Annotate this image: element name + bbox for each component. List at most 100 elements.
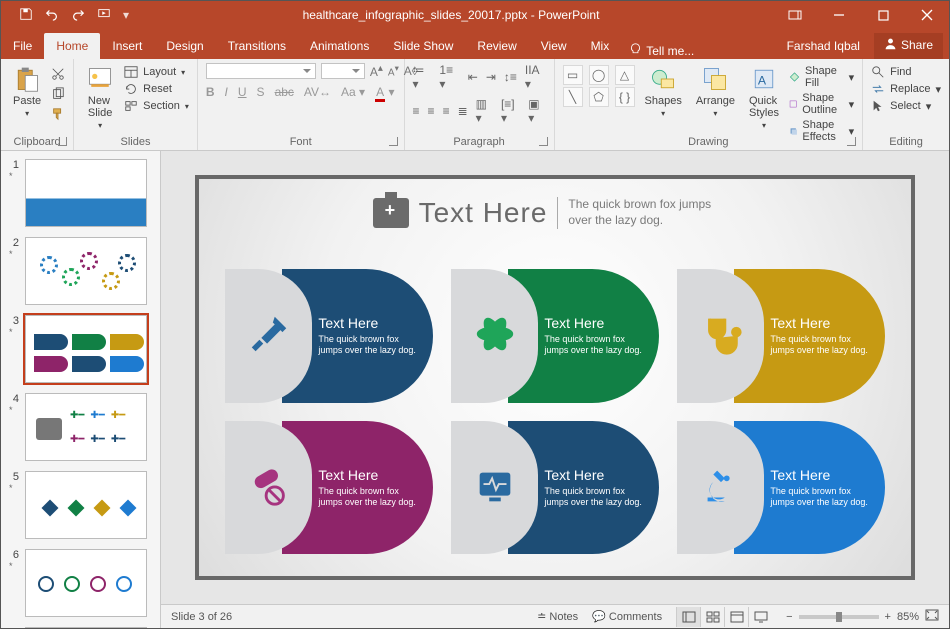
bullets-icon[interactable]: ≔ ▾ xyxy=(413,63,432,91)
tab-animations[interactable]: Animations xyxy=(298,33,381,59)
fit-to-window-icon[interactable] xyxy=(925,609,939,624)
increase-font-icon[interactable]: A▴ xyxy=(370,63,383,79)
indent-right-icon[interactable]: ⇥ xyxy=(486,70,496,84)
char-spacing-icon[interactable]: AV↔ xyxy=(304,85,331,99)
align-text-icon[interactable]: [≡] ▾ xyxy=(501,97,520,125)
microscope-icon xyxy=(698,463,744,512)
replace-button[interactable]: Replace ▾ xyxy=(871,82,941,96)
layout-button[interactable]: Layout ▾ xyxy=(124,65,189,79)
card-5[interactable]: Text HereThe quick brown fox jumps over … xyxy=(451,421,659,555)
align-right-icon[interactable]: ≡ xyxy=(443,104,450,118)
redo-icon[interactable] xyxy=(71,7,85,24)
slideshow-view-icon[interactable] xyxy=(748,607,772,627)
quick-styles-button[interactable]: AQuick Styles▾ xyxy=(745,63,783,132)
titlebar: ▾ healthcare_infographic_slides_20017.pp… xyxy=(1,1,949,29)
card-6[interactable]: Text HereThe quick brown fox jumps over … xyxy=(677,421,885,555)
justify-icon[interactable]: ≣ xyxy=(458,104,468,118)
smartart-icon[interactable]: ▣ ▾ xyxy=(528,97,545,125)
normal-view-icon[interactable] xyxy=(676,607,700,627)
select-button[interactable]: Select ▾ xyxy=(871,99,941,113)
slide-title[interactable]: Text Here xyxy=(419,197,548,229)
minimize-icon[interactable] xyxy=(817,1,861,29)
numbering-icon[interactable]: 1≡ ▾ xyxy=(439,63,459,91)
card-4[interactable]: Text HereThe quick brown fox jumps over … xyxy=(225,421,433,555)
shadow-button[interactable]: S xyxy=(257,85,265,99)
bold-button[interactable]: B xyxy=(206,85,215,99)
thumbnail-2[interactable]: 2* xyxy=(9,237,152,305)
group-label: Font xyxy=(206,134,396,148)
tab-slide-show[interactable]: Slide Show xyxy=(381,33,465,59)
thumbnail-1[interactable]: 1* xyxy=(9,159,152,227)
tab-home[interactable]: Home xyxy=(44,33,100,59)
thumbnail-3[interactable]: 3* xyxy=(9,315,152,383)
reset-button[interactable]: Reset xyxy=(124,82,189,96)
tab-mix[interactable]: Mix xyxy=(579,33,622,59)
maximize-icon[interactable] xyxy=(861,1,905,29)
card-3[interactable]: Text HereThe quick brown fox jumps over … xyxy=(677,269,885,403)
arrange-button[interactable]: Arrange▾ xyxy=(692,63,739,120)
columns-icon[interactable]: ▥ ▾ xyxy=(476,97,493,125)
new-slide-button[interactable]: New Slide ▾ xyxy=(82,63,118,132)
text-direction-icon[interactable]: IIA ▾ xyxy=(525,63,546,91)
underline-button[interactable]: U xyxy=(238,85,247,99)
thumbnail-4[interactable]: 4* ✚━✚━ ✚━✚━ ✚━✚━ xyxy=(9,393,152,461)
paste-button[interactable]: Paste ▾ xyxy=(9,63,45,120)
qat-dropdown-icon[interactable]: ▾ xyxy=(123,8,129,22)
align-left-icon[interactable]: ≡ xyxy=(413,104,420,118)
lightbulb-icon xyxy=(629,43,642,59)
line-spacing-icon[interactable]: ↕≡ xyxy=(504,70,517,84)
tab-insert[interactable]: Insert xyxy=(100,33,154,59)
notes-button[interactable]: ≐ Notes xyxy=(537,610,578,623)
save-icon[interactable] xyxy=(19,7,33,24)
shape-fill-button[interactable]: Shape Fill ▾ xyxy=(789,65,854,89)
comments-button[interactable]: 💬 Comments xyxy=(592,610,662,623)
section-button[interactable]: Section ▾ xyxy=(124,99,189,113)
thumbnail-5[interactable]: 5* xyxy=(9,471,152,539)
slide-thumbnails-panel[interactable]: 1* 2* 3* 4* xyxy=(1,151,161,628)
shapes-button[interactable]: Shapes▾ xyxy=(641,63,686,120)
close-icon[interactable] xyxy=(905,1,949,29)
copy-icon[interactable] xyxy=(51,87,65,104)
card-2[interactable]: Text HereThe quick brown fox jumps over … xyxy=(451,269,659,403)
slide[interactable]: Text Here The quick brown fox jumps over… xyxy=(195,175,915,580)
ribbon-display-options-icon[interactable] xyxy=(773,1,817,29)
share-button[interactable]: Share xyxy=(874,33,943,59)
start-from-beginning-icon[interactable] xyxy=(97,7,111,24)
thumbnail-7[interactable]: 7 xyxy=(9,627,152,628)
tab-review[interactable]: Review xyxy=(465,33,528,59)
tab-view[interactable]: View xyxy=(529,33,579,59)
font-color-icon[interactable]: A ▾ xyxy=(375,85,394,99)
tab-transitions[interactable]: Transitions xyxy=(216,33,298,59)
shape-outline-button[interactable]: Shape Outline ▾ xyxy=(789,92,854,116)
font-size-select[interactable] xyxy=(321,63,365,79)
tab-file[interactable]: File xyxy=(1,33,44,59)
font-family-select[interactable] xyxy=(206,63,316,79)
slide-subtitle[interactable]: The quick brown fox jumps over the lazy … xyxy=(557,197,737,228)
slide-sorter-icon[interactable] xyxy=(700,607,724,627)
reading-view-icon[interactable] xyxy=(724,607,748,627)
user-name[interactable]: Farshad Iqbal xyxy=(777,33,870,59)
slide-canvas[interactable]: Text Here The quick brown fox jumps over… xyxy=(161,151,949,604)
status-bar: Slide 3 of 26 ≐ Notes 💬 Comments − + 85% xyxy=(161,604,949,628)
change-case-icon[interactable]: Aa ▾ xyxy=(341,85,365,99)
tab-design[interactable]: Design xyxy=(154,33,215,59)
italic-button[interactable]: I xyxy=(225,85,228,99)
cut-icon[interactable] xyxy=(51,67,65,84)
ribbon: Paste ▾ Clipboard New Slide ▾ L xyxy=(1,59,949,151)
card-1[interactable]: Text HereThe quick brown fox jumps over … xyxy=(225,269,433,403)
align-center-icon[interactable]: ≡ xyxy=(428,104,435,118)
thumbnail-6[interactable]: 6* xyxy=(9,549,152,617)
strike-button[interactable]: abc xyxy=(275,85,294,99)
zoom-level[interactable]: 85% xyxy=(897,611,919,623)
tell-me[interactable]: Tell me... xyxy=(621,43,702,59)
undo-icon[interactable] xyxy=(45,7,59,24)
zoom-out-icon[interactable]: − xyxy=(786,611,792,623)
find-button[interactable]: Find xyxy=(871,65,941,79)
zoom-slider[interactable] xyxy=(799,615,879,619)
format-painter-icon[interactable] xyxy=(51,107,65,124)
zoom-in-icon[interactable]: + xyxy=(885,611,891,623)
indent-left-icon[interactable]: ⇤ xyxy=(468,70,478,84)
decrease-font-icon[interactable]: A▾ xyxy=(388,63,399,78)
group-label: Clipboard xyxy=(9,134,65,148)
shapes-gallery[interactable]: ▭◯△ ╲⬠{ } xyxy=(563,63,635,107)
